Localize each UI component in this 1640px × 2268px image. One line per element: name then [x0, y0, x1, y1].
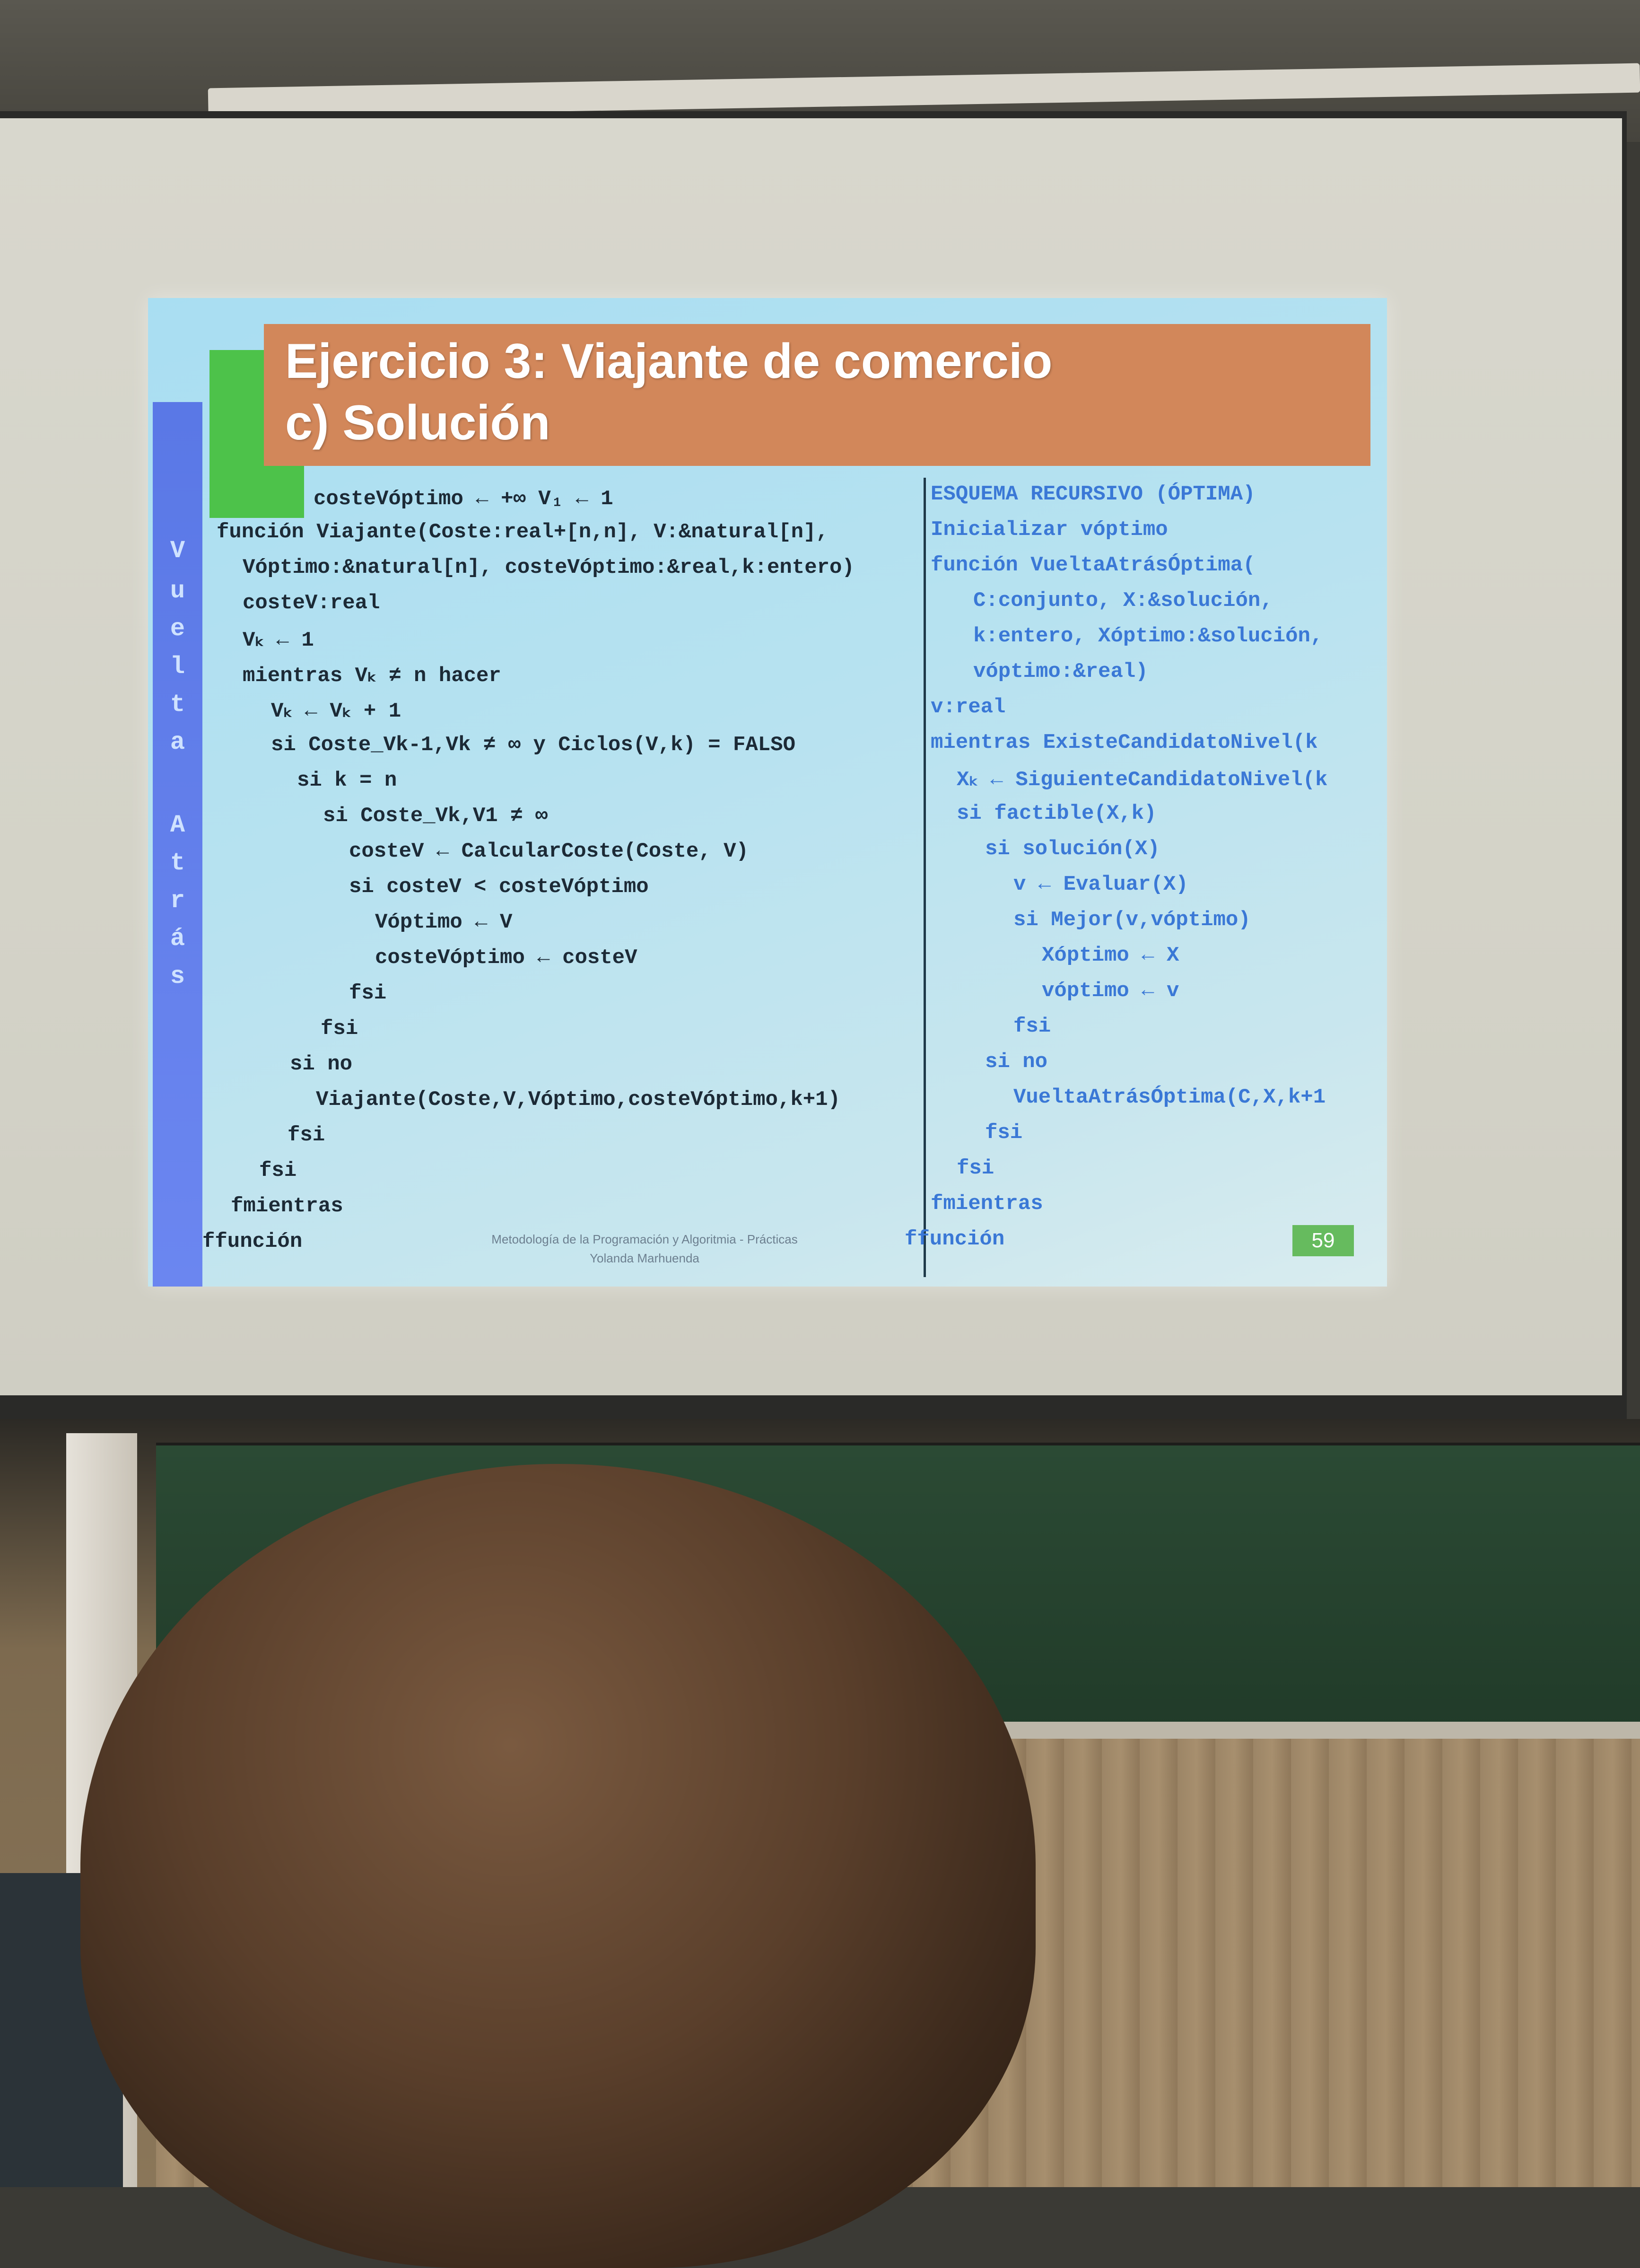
code-line-right: v ← Evaluar(X) — [1013, 873, 1188, 896]
side-letter: e — [170, 615, 185, 643]
code-line-right: función VueltaAtrásÓptima( — [931, 553, 1256, 577]
student-head — [80, 1464, 1036, 2268]
code-line-right: v:real — [931, 695, 1006, 719]
column-divider — [924, 478, 926, 1277]
code-line: si costeV < costeVóptimo — [349, 875, 649, 899]
code-line-right: si solución(X) — [985, 837, 1160, 861]
code-line: fsi — [288, 1123, 325, 1147]
code-line-right: vóptimo ← v — [1042, 979, 1179, 1003]
code-line: fsi — [349, 981, 387, 1005]
code-line: Vₖ ← Vₖ + 1 — [271, 700, 401, 723]
code-line-right: k:entero, Xóptimo:&solución, — [973, 624, 1323, 648]
code-line-right: fsi — [1013, 1015, 1051, 1038]
code-line-right: C:conjunto, X:&solución, — [973, 589, 1273, 613]
code-line: Vóptimo ← V — [375, 911, 513, 934]
side-letter: u — [170, 577, 185, 605]
code-line-right: fsi — [985, 1121, 1023, 1145]
code-line: costeVóptimo ← costeV — [375, 946, 637, 970]
side-letter: r — [170, 887, 185, 915]
side-bar — [153, 402, 202, 1287]
code-line-right: ffunción — [905, 1227, 1005, 1251]
code-line: si no — [290, 1052, 353, 1076]
code-line-right: si Mejor(v,vóptimo) — [1013, 908, 1251, 932]
code-line: función Viajante(Coste:real+[n,n], V:&na… — [217, 520, 829, 544]
code-line-right: fsi — [957, 1156, 994, 1180]
code-line: ffunción — [202, 1230, 303, 1253]
side-letter: a — [170, 728, 185, 756]
side-letter: l — [170, 653, 185, 681]
slide-subtitle: c) Solución — [285, 395, 550, 450]
code-line: costeVóptimo ← +∞ V₁ ← 1 — [314, 487, 613, 511]
side-letter: t — [170, 691, 185, 718]
code-line-right: si no — [985, 1050, 1048, 1074]
code-line-right: Inicializar vóptimo — [931, 518, 1168, 542]
code-line-right: Xₖ ← SiguienteCandidatoNivel(k — [957, 768, 1328, 792]
side-letter: A — [170, 811, 185, 839]
side-letter: s — [170, 963, 185, 990]
code-line: costeV:real — [243, 591, 380, 615]
code-line-right: si factible(X,k) — [957, 802, 1157, 825]
code-line: si k = n — [297, 769, 397, 792]
code-line: Vóptimo:&natural[n], costeVóptimo:&real,… — [243, 556, 855, 579]
code-line: fsi — [321, 1017, 358, 1041]
code-line: fsi — [259, 1159, 297, 1182]
side-letter: V — [170, 537, 185, 565]
page-number-badge: 59 — [1292, 1225, 1354, 1256]
side-letter: á — [170, 925, 185, 953]
code-line-right: mientras ExisteCandidatoNivel(k — [931, 731, 1318, 754]
code-line-right: ESQUEMA RECURSIVO (ÓPTIMA) — [931, 482, 1256, 506]
code-line-right: VueltaAtrásÓptima(C,X,k+1 — [1013, 1086, 1326, 1109]
code-line-right: fmientras — [931, 1192, 1043, 1216]
footer-author: Yolanda Marhuenda — [590, 1251, 699, 1265]
footer-course: Metodología de la Programación y Algorit… — [491, 1232, 798, 1246]
code-line: costeV ← CalcularCoste(Coste, V) — [349, 840, 749, 863]
code-line: si Coste_Vk,V1 ≠ ∞ — [323, 804, 548, 828]
presentation-slide: V u e l t a A t r á s Ejercicio 3: Viaja… — [148, 298, 1387, 1287]
code-line: Viajante(Coste,V,Vóptimo,costeVóptimo,k+… — [316, 1088, 840, 1112]
code-line-right: Xóptimo ← X — [1042, 944, 1179, 967]
side-letter: t — [170, 849, 185, 877]
code-line: fmientras — [231, 1194, 343, 1218]
code-line: mientras Vₖ ≠ n hacer — [243, 664, 501, 688]
code-line-right: vóptimo:&real) — [973, 660, 1148, 683]
slide-title: Ejercicio 3: Viajante de comercio — [285, 334, 1053, 389]
code-line: Vₖ ← 1 — [243, 629, 314, 652]
code-line: si Coste_Vk-1,Vk ≠ ∞ y Ciclos(V,k) = FAL… — [271, 733, 795, 757]
